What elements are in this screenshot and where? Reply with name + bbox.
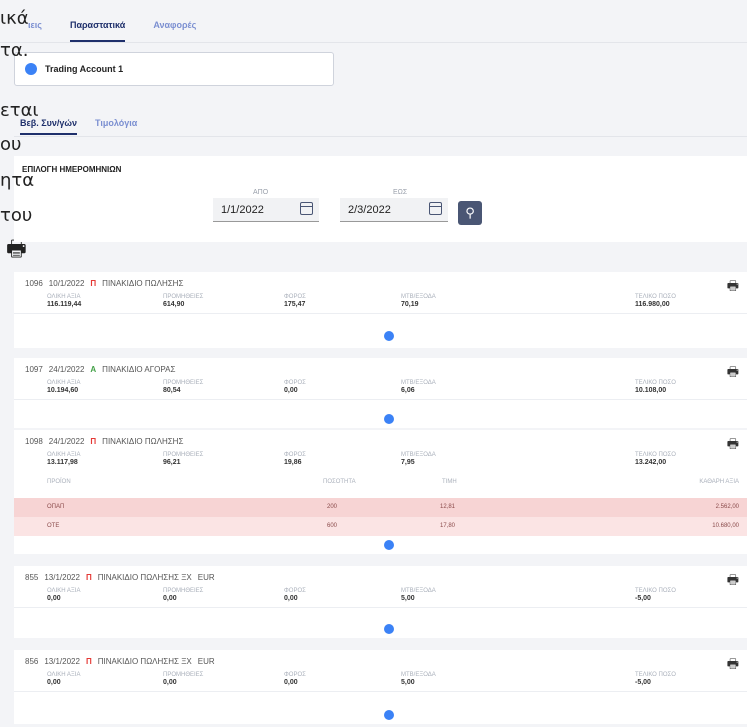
expand-icon[interactable] [384, 540, 394, 550]
date-filter-panel: ΕΠΙΛΟΓΗ ΗΜΕΡΟΜΗΝΙΩΝ ΑΠΟ 1/1/2022 ΕΩΣ 2/3… [14, 156, 747, 242]
from-label: ΑΠΟ [253, 189, 269, 196]
note-type-code: Π [85, 657, 92, 666]
search-button[interactable]: ⚲ [458, 201, 482, 225]
note-type: ΠΙΝΑΚΙΔΙΟ ΠΩΛΗΣΗΣ ΞΧ [97, 657, 192, 666]
note-type: ΠΙΝΑΚΙΔΙΟ ΠΩΛΗΣΗΣ [102, 279, 184, 288]
tax-value: ΦΟΡΟΣ 0,00 [284, 380, 306, 394]
contract-note-card: 1097 24/1/2022 Α ΠΙΝΑΚΙΔΙΟ ΑΓΟΡΑΣ 🖶 ΟΛΙΚΗ Α… [14, 358, 747, 428]
commission-value: ΠΡΟΜΗΘΕΙΕΣ 80,54 [163, 380, 204, 394]
tab-movements[interactable]: ιεις [28, 20, 42, 42]
total-value: ΟΛΙΚΗ ΑΞΙΑ 0,00 [47, 672, 81, 686]
note-date: 13/1/2022 [44, 657, 80, 666]
fees-value: ΜΤΒ/ΕΞΟΔΑ 70,19 [401, 294, 436, 308]
items-header: ΠΡΟΪΟΝ ΠΟΣΟΤΗΤΑ ΤΙΜΗ ΚΑΘΑΡΗ ΑΞΙΑ [47, 479, 739, 485]
note-id: 1096 [25, 279, 43, 288]
expand-icon[interactable] [384, 624, 394, 634]
print-icon[interactable]: 🖶 [727, 363, 739, 385]
fees-value: ΜΤΒ/ΕΞΟΔΑ 5,00 [401, 672, 436, 686]
commission-value: ΠΡΟΜΗΘΕΙΕΣ 96,21 [163, 452, 204, 466]
commission-value: ΠΡΟΜΗΘΕΙΕΣ 0,00 [163, 672, 204, 686]
tax-value: ΦΟΡΟΣ 175,47 [284, 294, 306, 308]
divider [14, 399, 747, 400]
commission-value: ΠΡΟΜΗΘΕΙΕΣ 0,00 [163, 588, 204, 602]
note-type-code: Α [90, 365, 97, 374]
note-id: 855 [25, 573, 39, 582]
note-type: ΠΙΝΑΚΙΔΙΟ ΠΩΛΗΣΗΣ [102, 437, 184, 446]
overlay-text: ικά [0, 8, 29, 29]
commission-value: ΠΡΟΜΗΘΕΙΕΣ 614,90 [163, 294, 204, 308]
account-name: Trading Account 1 [45, 64, 124, 74]
final-value: ΤΕΛΙΚΟ ΠΟΣΟ 10.108,00 [635, 380, 676, 394]
note-date: 13/1/2022 [44, 573, 80, 582]
note-currency: EUR [197, 573, 215, 582]
tax-value: ΦΟΡΟΣ 0,00 [284, 588, 306, 602]
to-label: ΕΩΣ [393, 189, 408, 196]
total-value: ΟΛΙΚΗ ΑΞΙΑ 10.194,60 [47, 380, 81, 394]
contract-note-card: 855 13/1/2022 Π ΠΙΝΑΚΙΔΙΟ ΠΩΛΗΣΗΣ ΞΧ EUR 🖶 Ο… [14, 566, 747, 638]
note-id: 1098 [25, 437, 43, 446]
top-tabs: ιεις Παραστατικά Αναφορές [28, 20, 196, 42]
print-icon[interactable]: 🖶 [727, 571, 739, 593]
note-date: 10/1/2022 [48, 279, 85, 288]
tab-contract-notes[interactable]: Βεβ. Συν/γών [20, 118, 78, 135]
note-type-code: Π [90, 279, 97, 288]
table-row: ΟΤΕ 600 17,80 10.680,00 [14, 517, 747, 536]
fees-value: ΜΤΒ/ΕΞΟΔΑ 7,95 [401, 452, 436, 466]
fees-value: ΜΤΒ/ΕΞΟΔΑ 5,00 [401, 588, 436, 602]
note-date: 24/1/2022 [48, 437, 85, 446]
note-date: 24/1/2022 [48, 365, 85, 374]
from-date-input[interactable]: 1/1/2022 [213, 198, 319, 222]
table-row: ΟΠΑΠ 200 12,81 2.562,00 [14, 498, 747, 517]
to-date-input[interactable]: 2/3/2022 [340, 198, 448, 222]
tab-invoices[interactable]: Τιμολόγια [95, 118, 137, 135]
total-value: ΟΛΙΚΗ ΑΞΙΑ 0,00 [47, 588, 81, 602]
divider [14, 313, 747, 314]
expand-icon[interactable] [384, 710, 394, 720]
tax-value: ΦΟΡΟΣ 0,00 [284, 672, 306, 686]
contract-note-card: 1098 24/1/2022 Π ΠΙΝΑΚΙΔΙΟ ΠΩΛΗΣΗΣ 🖶 ΟΛΙΚΗ … [14, 430, 747, 554]
note-id: 856 [25, 657, 39, 666]
contract-note-card: 856 13/1/2022 Π ΠΙΝΑΚΙΔΙΟ ΠΩΛΗΣΗΣ ΞΧ EUR 🖶 Ο… [14, 650, 747, 724]
divider [0, 42, 747, 43]
note-id: 1097 [25, 365, 43, 374]
contract-note-card: 1096 10/1/2022 Π ΠΙΝΑΚΙΔΙΟ ΠΩΛΗΣΗΣ 🖶 ΟΛΙΚΗ … [14, 272, 747, 348]
print-icon[interactable]: 🖶 [727, 655, 739, 677]
tab-documents[interactable]: Παραστατικά [69, 20, 126, 42]
chevron-down-icon [25, 63, 37, 75]
print-icon[interactable]: 🖶 [727, 435, 739, 457]
note-type: ΠΙΝΑΚΙΔΙΟ ΠΩΛΗΣΗΣ ΞΧ [97, 573, 192, 582]
divider [14, 607, 747, 608]
fees-value: ΜΤΒ/ΕΞΟΔΑ 6,06 [401, 380, 436, 394]
divider [14, 691, 747, 692]
note-type-code: Π [85, 573, 92, 582]
divider [14, 136, 747, 137]
tab-reports[interactable]: Αναφορές [153, 20, 196, 42]
overlay-text: ου [0, 134, 22, 155]
account-selector[interactable]: Trading Account 1 [14, 52, 334, 86]
final-value: ΤΕΛΙΚΟ ΠΟΣΟ -5,00 [635, 672, 676, 686]
calendar-icon[interactable] [429, 202, 442, 215]
print-icon[interactable]: 🖶 [727, 277, 739, 299]
note-currency: EUR [197, 657, 215, 666]
date-filter-title: ΕΠΙΛΟΓΗ ΗΜΕΡΟΜΗΝΙΩΝ [22, 165, 122, 174]
final-value: ΤΕΛΙΚΟ ΠΟΣΟ 116.980,00 [635, 294, 676, 308]
tax-value: ΦΟΡΟΣ 19,86 [284, 452, 306, 466]
total-value: ΟΛΙΚΗ ΑΞΙΑ 13.117,98 [47, 452, 81, 466]
expand-icon[interactable] [384, 331, 394, 341]
note-type-code: Π [90, 437, 97, 446]
note-type: ΠΙΝΑΚΙΔΙΟ ΑΓΟΡΑΣ [102, 365, 176, 374]
search-icon: ⚲ [465, 205, 475, 220]
final-value: ΤΕΛΙΚΟ ΠΟΣΟ -5,00 [635, 588, 676, 602]
expand-icon[interactable] [384, 414, 394, 424]
final-value: ΤΕΛΙΚΟ ΠΟΣΟ 13.242,00 [635, 452, 676, 466]
calendar-icon[interactable] [300, 202, 313, 215]
sub-tabs: Βεβ. Συν/γών Τιμολόγια [20, 118, 137, 135]
total-value: ΟΛΙΚΗ ΑΞΙΑ 116.119,44 [47, 294, 82, 308]
from-date-value: 1/1/2022 [221, 203, 264, 216]
to-date-value: 2/3/2022 [348, 203, 391, 216]
